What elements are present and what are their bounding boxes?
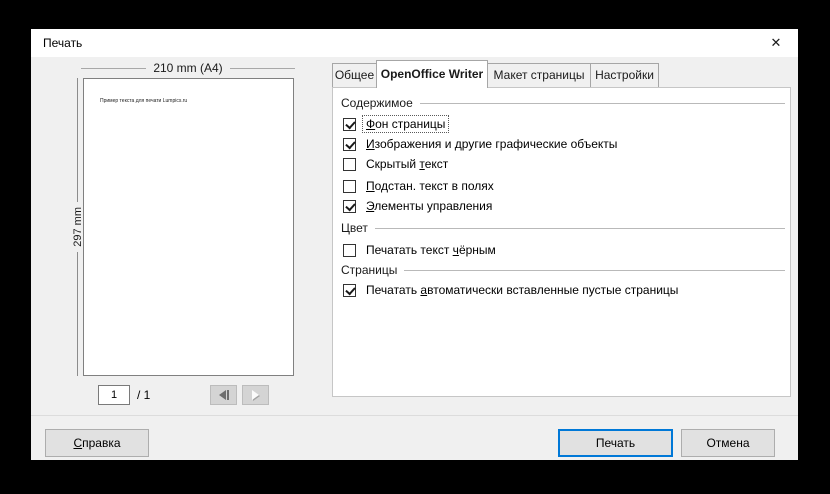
cancel-button[interactable]: Отмена — [681, 429, 775, 457]
close-icon[interactable]: ✕ — [758, 29, 794, 57]
checkbox-label[interactable]: Фон страницы — [363, 116, 448, 132]
checkbox-images-objects[interactable]: Изображения и другие графические объекты — [343, 134, 620, 154]
checkbox-icon[interactable] — [343, 244, 356, 257]
checkbox-label[interactable]: Подстан. текст в полях — [363, 178, 497, 194]
checkbox-label[interactable]: Изображения и другие графические объекты — [363, 136, 620, 152]
checkbox-hidden-text[interactable]: Скрытый текст — [343, 154, 451, 174]
page-total-label: / 1 — [137, 385, 150, 405]
page-preview-text: Пример текста для печати Lumpics.ru — [100, 98, 187, 104]
print-button[interactable]: Печать — [558, 429, 673, 457]
next-page-button[interactable] — [242, 385, 269, 405]
print-dialog: Печать ✕ 210 mm (A4) 297 mm Пример текст… — [31, 29, 798, 460]
footer-separator — [31, 415, 798, 416]
help-button[interactable]: Справка — [45, 429, 149, 457]
label-mnemonic: Ф — [366, 117, 375, 131]
dialog-title: Печать — [43, 29, 82, 57]
checkbox-icon[interactable] — [343, 284, 356, 297]
group-color: Цвет — [341, 221, 785, 235]
checkbox-page-background[interactable]: Фон страницы — [343, 114, 448, 134]
checkbox-label[interactable]: Печатать автоматически вставленные пусты… — [363, 282, 681, 298]
checkbox-icon[interactable] — [343, 180, 356, 193]
width-ruler-line-left — [81, 68, 146, 69]
tab-openoffice-writer[interactable]: OpenOffice Writer — [376, 60, 488, 88]
group-color-title: Цвет — [341, 221, 368, 235]
checkbox-label[interactable]: Печатать текст чёрным — [363, 242, 499, 258]
page-preview: Пример текста для печати Lumpics.ru — [83, 78, 294, 376]
checkbox-icon[interactable] — [343, 138, 356, 151]
label-mnemonic: Э — [366, 199, 374, 213]
screenshot-backdrop: { "window": { "title": "Печать" }, "icon… — [0, 0, 830, 494]
label-post: он страницы — [375, 117, 445, 131]
checkbox-label[interactable]: Элементы управления — [363, 198, 495, 214]
checkbox-label[interactable]: Скрытый текст — [363, 156, 451, 172]
group-pages-line — [404, 270, 785, 271]
width-ruler-line-right — [230, 68, 295, 69]
checkbox-print-blank-pages[interactable]: Печатать автоматически вставленные пусты… — [343, 280, 681, 300]
group-pages-title: Страницы — [341, 263, 397, 277]
tab-general[interactable]: Общее — [332, 63, 377, 87]
label-post: втоматически вставленные пустые страницы — [427, 283, 678, 297]
group-content: Содержимое — [341, 96, 785, 110]
group-pages: Страницы — [341, 263, 785, 277]
label-pre: Скрытый — [366, 157, 419, 171]
label-mnemonic: И — [366, 137, 375, 151]
label-mnemonic: П — [366, 179, 375, 193]
label-mnemonic: С — [73, 436, 82, 450]
previous-page-icon — [219, 390, 226, 400]
label-post: зображения и другие графические объекты — [375, 137, 618, 151]
checkbox-icon[interactable] — [343, 200, 356, 213]
page-width-text: 210 mm (A4) — [146, 61, 229, 75]
page-height-text: 297 mm — [72, 202, 84, 252]
tab-page-layout[interactable]: Макет страницы — [487, 63, 591, 87]
group-content-line — [420, 103, 785, 104]
label-post: екст — [425, 157, 449, 171]
checkbox-icon[interactable] — [343, 158, 356, 171]
label-pre: Печатать текст — [366, 243, 453, 257]
page-width-label: 210 mm (A4) — [81, 61, 295, 75]
height-ruler-line-bottom — [77, 252, 78, 376]
height-ruler-line-top — [77, 78, 78, 202]
page-number-input[interactable] — [98, 385, 130, 405]
label-post: одстан. текст в полях — [375, 179, 494, 193]
checkbox-icon[interactable] — [343, 118, 356, 131]
checkbox-text-placeholder[interactable]: Подстан. текст в полях — [343, 176, 497, 196]
titlebar[interactable]: Печать ✕ — [31, 29, 798, 57]
previous-page-icon-bar — [227, 390, 229, 400]
label-post: лементы управления — [374, 199, 492, 213]
group-color-line — [375, 228, 785, 229]
previous-page-button[interactable] — [210, 385, 237, 405]
checkbox-print-black[interactable]: Печатать текст чёрным — [343, 240, 499, 260]
group-content-title: Содержимое — [341, 96, 413, 110]
next-page-icon — [252, 390, 259, 400]
label-post: правка — [82, 436, 120, 450]
checkbox-form-controls[interactable]: Элементы управления — [343, 196, 495, 216]
tab-options[interactable]: Настройки — [590, 63, 659, 87]
label-pre: Печатать — [366, 283, 420, 297]
label-post: ёрным — [459, 243, 496, 257]
